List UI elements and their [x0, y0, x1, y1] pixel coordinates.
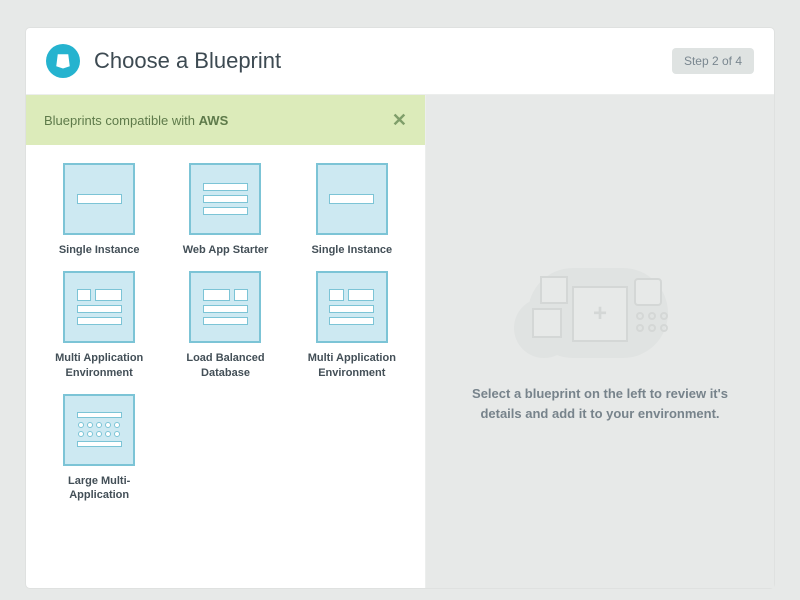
- blueprint-large-multi-app[interactable]: Large Multi-Application: [46, 394, 152, 503]
- blueprint-thumb-icon: [63, 271, 135, 343]
- blueprint-thumb-icon: [316, 271, 388, 343]
- blueprint-icon: [46, 44, 80, 78]
- step-badge: Step 2 of 4: [672, 48, 754, 74]
- compatibility-banner: Blueprints compatible with AWS ✕: [26, 95, 425, 145]
- wizard-card: Choose a Blueprint Step 2 of 4 Blueprint…: [26, 28, 774, 588]
- detail-panel: + Select a blueprint on the left to revi…: [426, 95, 774, 588]
- plus-icon: +: [572, 286, 628, 342]
- placeholder-message: Select a blueprint on the left to review…: [462, 384, 738, 423]
- blueprint-multi-app-env-2[interactable]: Multi Application Environment: [299, 271, 405, 380]
- blueprint-grid: Single Instance Web App Starter Single I…: [26, 145, 425, 510]
- placeholder-illustration: +: [510, 260, 690, 360]
- blueprint-thumb-icon: [63, 394, 135, 466]
- wizard-header: Choose a Blueprint Step 2 of 4: [26, 28, 774, 95]
- wizard-body: Blueprints compatible with AWS ✕ Single …: [26, 95, 774, 588]
- page-title: Choose a Blueprint: [94, 48, 672, 74]
- blueprint-load-balanced-db[interactable]: Load Balanced Database: [172, 271, 278, 380]
- blueprint-multi-app-env[interactable]: Multi Application Environment: [46, 271, 152, 380]
- close-icon[interactable]: ✕: [392, 111, 407, 129]
- banner-text: Blueprints compatible with AWS: [44, 113, 392, 128]
- blueprint-thumb-icon: [63, 163, 135, 235]
- blueprint-single-instance[interactable]: Single Instance: [46, 163, 152, 257]
- blueprint-single-instance-2[interactable]: Single Instance: [299, 163, 405, 257]
- blueprint-web-app-starter[interactable]: Web App Starter: [172, 163, 278, 257]
- blueprint-thumb-icon: [189, 271, 261, 343]
- blueprint-thumb-icon: [316, 163, 388, 235]
- blueprint-thumb-icon: [189, 163, 261, 235]
- blueprint-list-panel: Blueprints compatible with AWS ✕ Single …: [26, 95, 426, 588]
